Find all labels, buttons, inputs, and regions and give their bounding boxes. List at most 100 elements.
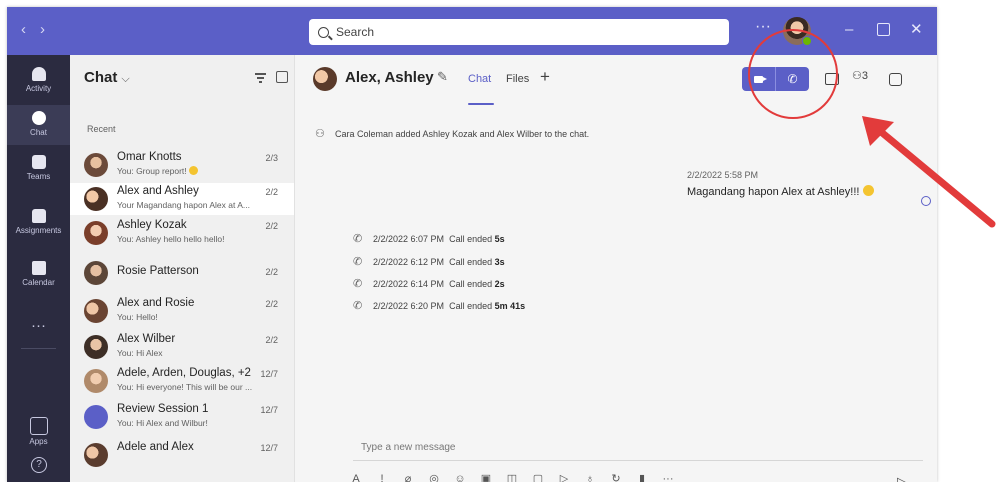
participants-count: 3	[861, 70, 868, 82]
chat-preview: You: Group report!	[117, 166, 263, 176]
call-log-row: ✆ 2/2/2022 6:14 PM Call ended 2s	[353, 278, 505, 290]
chat-name: Rosie Patterson	[117, 265, 199, 277]
forward-icon[interactable]: ›	[40, 21, 59, 38]
chat-list-item-selected[interactable]: Alex and Ashley Your Magandang hapon Ale…	[70, 183, 294, 215]
chat-list-item[interactable]: Adele, Arden, Douglas, +2 You: Hi everyo…	[70, 365, 294, 397]
assignments-icon	[31, 209, 46, 223]
stream-icon[interactable]: ▷	[558, 473, 570, 482]
praise-icon[interactable]: ♁	[584, 473, 596, 482]
approvals-icon[interactable]: ↻	[610, 473, 622, 482]
rename-pencil-icon[interactable]: ✎	[437, 69, 448, 85]
chat-list-item[interactable]: Adele and Alex 12/7	[70, 439, 294, 471]
phone-icon: ✆	[353, 256, 363, 268]
tab-chat[interactable]: Chat	[468, 73, 491, 85]
rail-item-chat[interactable]: Chat	[7, 105, 70, 145]
avatar	[84, 187, 108, 211]
filter-icon[interactable]	[255, 73, 266, 85]
more-apps-icon[interactable]: ···	[662, 473, 674, 482]
loop-icon[interactable]: ◎	[428, 473, 440, 482]
rail-item-teams[interactable]: Teams	[7, 149, 70, 189]
rail-item-assignments[interactable]: Assignments	[7, 203, 70, 243]
priority-icon[interactable]: !	[376, 473, 388, 482]
bell-icon	[31, 67, 46, 81]
send-icon[interactable]: ▷	[897, 474, 907, 482]
chat-preview: Your Magandang hapon Alex at A...	[117, 200, 250, 210]
chat-date: 2/2	[265, 221, 278, 231]
gif-icon[interactable]: ▣	[480, 473, 492, 482]
system-message: Cara Coleman added Ashley Kozak and Alex…	[335, 129, 590, 139]
section-label-recent: Recent	[87, 124, 116, 134]
chat-date: 2/2	[265, 187, 278, 197]
format-icon[interactable]: A	[350, 473, 362, 482]
new-chat-icon[interactable]	[276, 71, 288, 83]
apps-icon[interactable]	[30, 417, 48, 435]
chat-preview: You: Hi Alex and Wilbur!	[117, 418, 208, 428]
sticker-icon[interactable]: ◫	[506, 473, 518, 482]
chat-name: Adele and Alex	[117, 441, 194, 453]
chat-name: Ashley Kozak	[117, 219, 187, 231]
rail-item-label: Activity	[25, 84, 52, 93]
participants-button[interactable]: ⚇3	[852, 69, 868, 82]
help-icon[interactable]: ?	[31, 457, 47, 473]
chat-title: Alex, Ashley	[345, 69, 434, 86]
chat-list-item[interactable]: Ashley Kozak You: Ashley hello hello hel…	[70, 217, 294, 249]
chat-list-item[interactable]: Rosie Patterson 2/2	[70, 257, 294, 289]
calendar-icon	[31, 261, 46, 275]
call-log-row: ✆ 2/2/2022 6:20 PM Call ended 5m 41s	[353, 300, 526, 312]
phone-icon: ✆	[353, 278, 363, 290]
back-icon[interactable]: ‹	[21, 21, 40, 38]
outgoing-message[interactable]: Magandang hapon Alex at Ashley!!!	[687, 185, 875, 198]
group-avatar	[313, 67, 337, 91]
chat-icon	[31, 111, 46, 125]
message-compose-box[interactable]: Type a new message	[353, 438, 923, 461]
maximize-icon[interactable]	[877, 23, 890, 36]
chevron-down-icon[interactable]: ⌵	[121, 73, 129, 85]
rail-item-label: Assignments	[15, 226, 62, 235]
more-options-icon[interactable]: ···	[755, 18, 771, 36]
rail-item-activity[interactable]: Activity	[7, 61, 70, 101]
chat-list-item[interactable]: Review Session 1 You: Hi Alex and Wilbur…	[70, 401, 294, 433]
chat-preview: You: Hi Alex	[117, 348, 163, 358]
close-icon[interactable]: ✕	[910, 20, 923, 38]
rail-item-calendar[interactable]: Calendar	[7, 255, 70, 295]
meet-now-icon[interactable]: ▢	[532, 473, 544, 482]
chat-preview: You: Ashley hello hello hello!	[117, 234, 225, 244]
avatar	[84, 335, 108, 359]
chat-date: 2/2	[265, 299, 278, 309]
nav-arrows[interactable]: ‹›	[21, 21, 59, 38]
call-log-row: ✆ 2/2/2022 6:07 PM Call ended 5s	[353, 233, 505, 245]
avatar	[84, 221, 108, 245]
chat-list-item[interactable]: Omar Knotts You: Group report! 2/3	[70, 149, 294, 181]
call-log-row: ✆ 2/2/2022 6:12 PM Call ended 3s	[353, 256, 505, 268]
add-tab-icon[interactable]: +	[540, 67, 550, 87]
chat-name: Adele, Arden, Douglas, +2	[117, 367, 251, 379]
pop-out-icon[interactable]	[889, 73, 902, 86]
chat-date: 2/2	[265, 335, 278, 345]
minimize-icon[interactable]: –	[845, 21, 853, 38]
app-icon[interactable]: ▮	[636, 473, 648, 482]
chat-list-title[interactable]: Chat ⌵	[84, 69, 130, 86]
search-placeholder: Search	[336, 25, 375, 39]
search-icon	[318, 26, 329, 38]
app-rail: Activity Chat Teams Assignments Calendar…	[7, 55, 70, 482]
rail-apps-label: Apps	[29, 437, 48, 446]
active-tab-indicator	[468, 103, 494, 105]
chat-date: 2/2	[265, 267, 278, 277]
avatar	[84, 443, 108, 467]
search-box[interactable]: Search	[309, 19, 729, 45]
chat-date: 12/7	[260, 443, 278, 453]
chat-name: Review Session 1	[117, 403, 209, 415]
tab-files[interactable]: Files	[506, 73, 529, 85]
avatar	[84, 369, 108, 393]
chat-name: Alex and Ashley	[117, 185, 199, 197]
chat-name: Alex and Rosie	[117, 297, 195, 309]
chat-list-item[interactable]: Alex Wilber You: Hi Alex 2/2	[70, 331, 294, 363]
emoji-icon[interactable]: ☺	[454, 473, 466, 482]
chat-date: 12/7	[260, 405, 278, 415]
rail-item-label: Teams	[26, 172, 51, 181]
attach-icon[interactable]: ⌀	[402, 473, 414, 482]
phone-icon: ✆	[353, 233, 363, 245]
chat-list-item[interactable]: Alex and Rosie You: Hello! 2/2	[70, 295, 294, 327]
rail-divider	[21, 348, 56, 349]
rail-more-icon[interactable]: ···	[7, 317, 70, 334]
